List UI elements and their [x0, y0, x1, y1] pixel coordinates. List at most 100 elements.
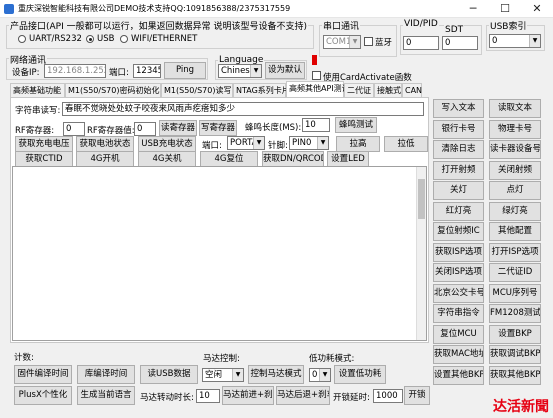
- physical-card-number-button[interactable]: 物理卡号: [489, 119, 541, 139]
- scrollbar-thumb[interactable]: [418, 179, 425, 219]
- get-isp-option-button[interactable]: 获取ISP选项: [433, 242, 484, 262]
- open-isp-option-button[interactable]: 打开ISP选项: [489, 242, 541, 262]
- generate-language-button[interactable]: 生成当前语言: [77, 386, 135, 405]
- tab-id-card[interactable]: 二代证: [344, 83, 374, 98]
- window-title: 重庆深锐智能科技有限公司DEMO技术支持QQ:1091856388/237531…: [18, 4, 291, 13]
- get-other-bkp-button[interactable]: 获取其他BKP: [489, 365, 541, 385]
- get-dn-qrcode-button[interactable]: 获取DN/QRCODE: [262, 151, 324, 167]
- gpio-pin-select[interactable]: PIN0 ▼: [289, 136, 329, 150]
- language-select[interactable]: Chinese ▼: [218, 64, 262, 78]
- control-motor-mode-button[interactable]: 控制马达模式: [248, 365, 304, 384]
- motor-forward-brake-button[interactable]: 马达前进+刹车: [222, 386, 274, 405]
- rf-register-input[interactable]: 0: [63, 122, 85, 136]
- reset-rf-ic-button[interactable]: 复位射频IC: [433, 222, 484, 241]
- beijing-bus-card-button[interactable]: 北京公交卡号: [433, 283, 484, 303]
- close-button[interactable]: ✕: [521, 0, 553, 18]
- beep-test-button[interactable]: 蜂鸣测试: [335, 117, 377, 133]
- set-low-power-button[interactable]: 设置低功耗: [334, 365, 386, 384]
- lights-on-button[interactable]: 点灯: [489, 181, 541, 200]
- get-battery-state-button[interactable]: 获取电池状态: [76, 136, 134, 152]
- tab-m1-init[interactable]: M1(S50/S70)密码初始化: [65, 83, 161, 98]
- usb-index-select[interactable]: 0 ▼: [489, 34, 541, 48]
- lights-off-button[interactable]: 关灯: [433, 181, 484, 200]
- open-rf-button[interactable]: 打开射频: [433, 160, 484, 180]
- 4g-reset-button[interactable]: 4G复位: [200, 151, 258, 167]
- unlock-button[interactable]: 开锁: [404, 386, 430, 405]
- radio-usb[interactable]: [86, 35, 94, 43]
- usb-charge-state-button[interactable]: USB充电状态: [138, 136, 196, 152]
- fm1208-test-button[interactable]: FM1208测试: [489, 304, 541, 323]
- motor-time-label: 马达转动时长:: [140, 393, 194, 403]
- library-time-button[interactable]: 库编译时间: [77, 365, 135, 384]
- radio-uart-label: UART/RS232: [29, 34, 82, 44]
- vid-input[interactable]: 0: [403, 36, 439, 50]
- unlock-delay-input[interactable]: 1000: [373, 389, 403, 403]
- mcu-serial-button[interactable]: MCU序列号: [489, 283, 541, 303]
- read-register-button[interactable]: 读寄存器: [159, 120, 197, 136]
- title-bar: 重庆深锐智能科技有限公司DEMO技术支持QQ:1091856388/237531…: [0, 0, 553, 18]
- motor-mode-select[interactable]: 空闲 ▼: [202, 368, 244, 382]
- string-command-button[interactable]: 字符串指令: [433, 304, 484, 323]
- close-isp-option-button[interactable]: 关闭ISP选项: [433, 263, 484, 282]
- string-rw-input[interactable]: 春眠不觉晓处处蚊子咬夜来风雨声疙瘩知多少: [62, 102, 424, 116]
- tab-m1-rw[interactable]: M1(S50/S70)读写: [161, 83, 233, 98]
- pull-low-button[interactable]: 拉低: [384, 136, 428, 152]
- gpio-pin-value: PIN0: [292, 138, 312, 148]
- green-light-button[interactable]: 绿灯亮: [489, 201, 541, 221]
- reader-device-number-button[interactable]: 读卡器设备号: [489, 140, 541, 159]
- clear-log-button[interactable]: 清除日志: [433, 140, 484, 159]
- rf-register-value-input[interactable]: 0: [134, 122, 156, 136]
- write-text-button[interactable]: 写入文本: [433, 99, 484, 118]
- other-config-button[interactable]: 其他配置: [489, 222, 541, 241]
- app-icon: [4, 4, 14, 14]
- radio-wifi[interactable]: [120, 35, 128, 43]
- log-scrollbar[interactable]: [416, 167, 426, 340]
- motor-backward-brake-button[interactable]: 马达后退+刹车: [276, 386, 330, 405]
- red-light-button[interactable]: 红灯亮: [433, 201, 484, 221]
- pull-high-button[interactable]: 拉高: [336, 136, 380, 152]
- 4g-power-on-button[interactable]: 4G开机: [76, 151, 134, 167]
- tab-can[interactable]: CAN: [402, 83, 422, 98]
- tab-ntag[interactable]: NTAG系列卡片: [233, 83, 290, 98]
- get-debug-bkp-button[interactable]: 获取调试BKP: [489, 345, 541, 364]
- id-card-id-button[interactable]: 二代证ID: [489, 263, 541, 282]
- card-activate-checkbox[interactable]: [312, 71, 321, 80]
- get-mac-address-button[interactable]: 获取MAC地址: [433, 345, 484, 364]
- unlock-delay-label: 开锁延时:: [333, 393, 370, 403]
- net-port-input[interactable]: 12345: [133, 64, 161, 78]
- set-bkp-button[interactable]: 设置BKP: [489, 324, 541, 344]
- low-power-select[interactable]: 0 ▼: [309, 368, 331, 382]
- plusx-personalize-button[interactable]: PlusX个性化: [14, 386, 72, 405]
- read-usb-data-button[interactable]: 读USB数据: [140, 365, 198, 384]
- 4g-power-off-button[interactable]: 4G关机: [138, 151, 196, 167]
- device-ip-input[interactable]: 192.168.1.252: [44, 64, 106, 78]
- beep-length-input[interactable]: 10: [302, 118, 330, 132]
- tab-hf-other-api[interactable]: 高频其他API测试: [286, 81, 350, 98]
- gpio-port-select[interactable]: PORTA ▼: [227, 136, 265, 150]
- ping-button[interactable]: Ping: [164, 62, 206, 79]
- log-output[interactable]: [12, 166, 427, 341]
- reset-mcu-button[interactable]: 复位MCU: [433, 324, 484, 344]
- get-ctid-button[interactable]: 获取CTID: [15, 151, 73, 167]
- bluetooth-label: 蓝牙: [375, 38, 393, 48]
- minimize-button[interactable]: ─: [457, 0, 489, 18]
- com-port-select[interactable]: COM1 ▼: [323, 35, 361, 49]
- maximize-button[interactable]: ☐: [489, 0, 521, 18]
- tab-hf-basic[interactable]: 高频基础功能: [10, 83, 65, 98]
- radio-uart[interactable]: [18, 35, 26, 43]
- bank-card-number-button[interactable]: 银行卡号: [433, 119, 484, 139]
- get-charge-voltage-button[interactable]: 获取充电电压: [15, 136, 73, 152]
- firmware-time-button[interactable]: 固件编译时间: [14, 365, 72, 384]
- usb-index-value: 0: [492, 36, 498, 46]
- motor-time-input[interactable]: 10: [196, 389, 220, 403]
- write-register-button[interactable]: 写寄存器: [199, 120, 237, 136]
- set-default-button[interactable]: 设为默认: [265, 62, 305, 79]
- tab-contact[interactable]: 接触式: [374, 83, 402, 98]
- set-other-bkp-button[interactable]: 设置其他BKP: [433, 365, 484, 385]
- low-power-value: 0: [312, 370, 318, 380]
- read-text-button[interactable]: 读取文本: [489, 99, 541, 118]
- set-led-button[interactable]: 设置LED: [327, 151, 369, 167]
- close-rf-button[interactable]: 关闭射频: [489, 160, 541, 180]
- pid-input[interactable]: 0: [442, 36, 478, 50]
- bluetooth-checkbox[interactable]: [364, 37, 373, 46]
